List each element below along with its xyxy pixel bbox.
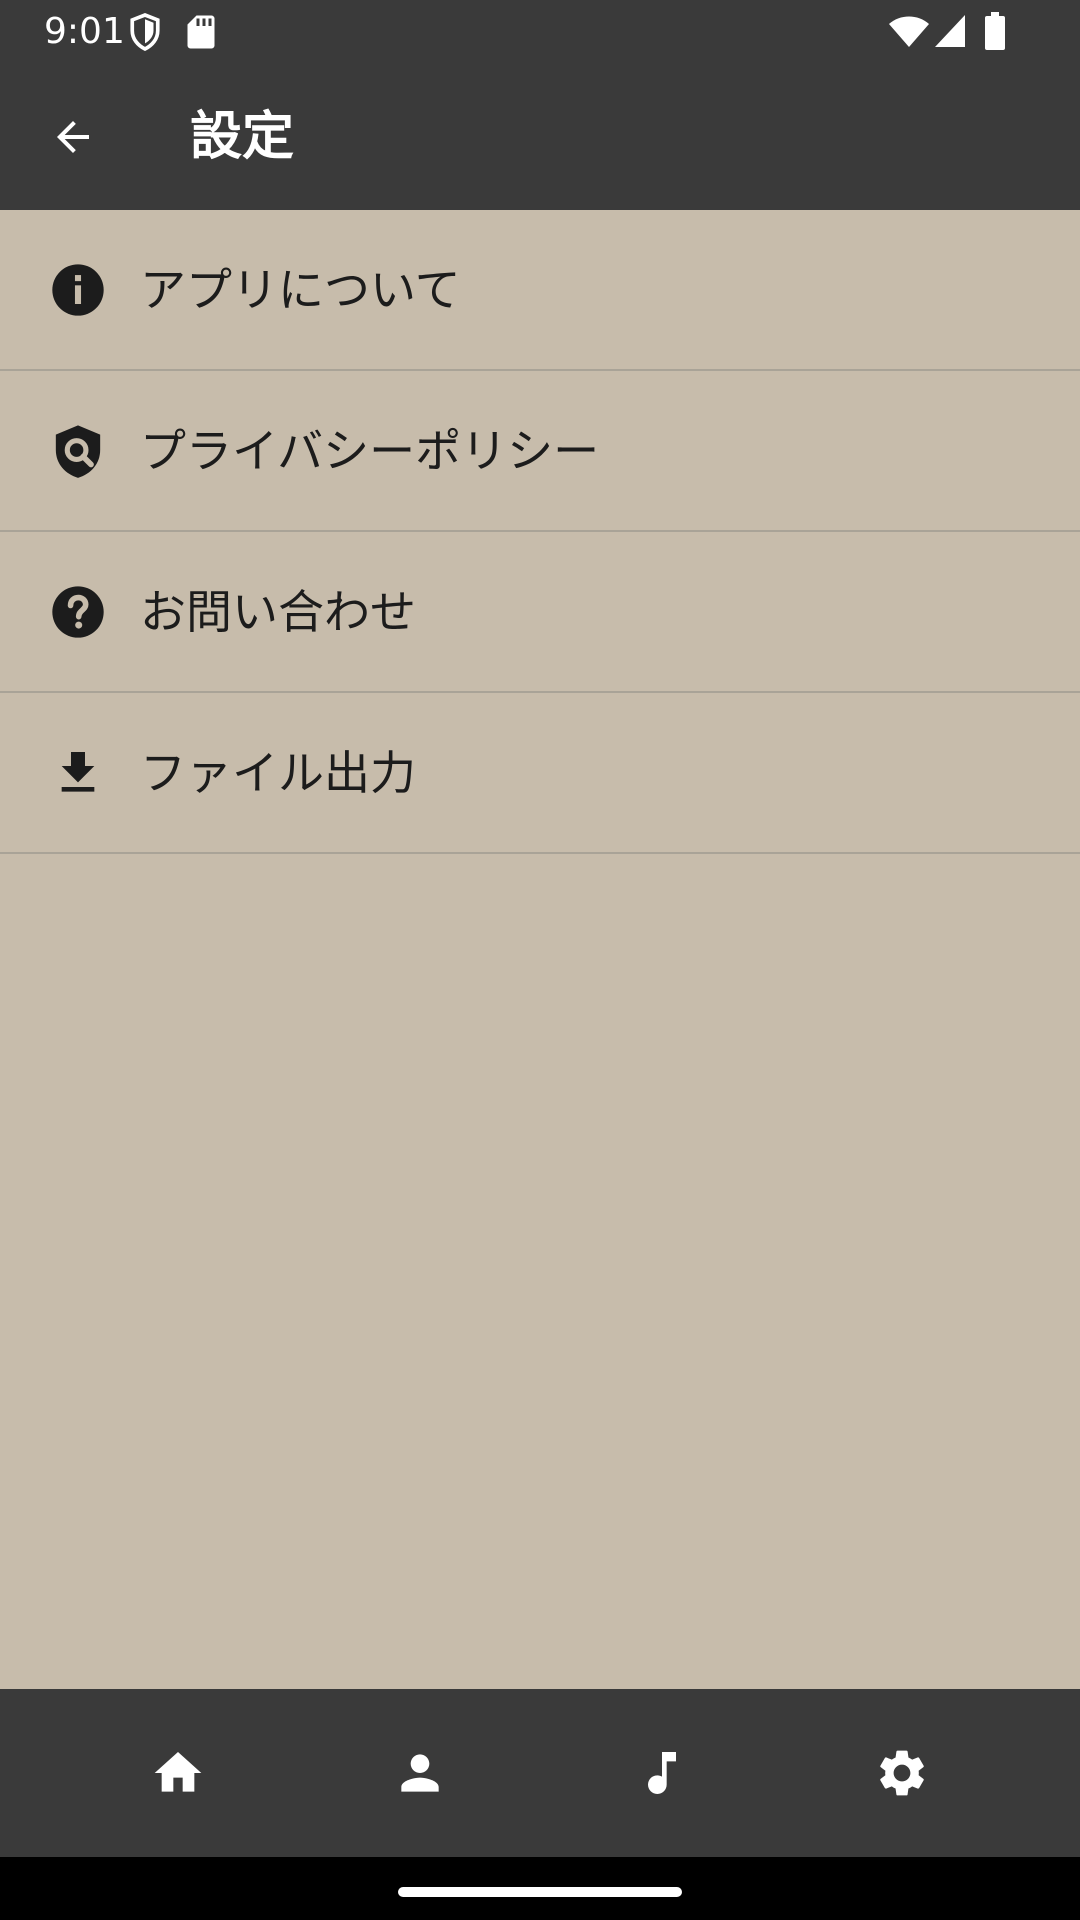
settings-item-privacy-policy[interactable]: プライバシーポリシー [0, 371, 1080, 532]
app-bar: 設定 [0, 64, 1080, 210]
settings-item-file-export[interactable]: ファイル出力 [0, 693, 1080, 854]
home-gesture-handle[interactable] [398, 1887, 682, 1897]
arrow-back-icon [57, 121, 89, 153]
music-note-icon [648, 1752, 676, 1794]
back-button[interactable] [30, 102, 116, 172]
battery-icon [985, 12, 1005, 50]
privacy-shield-icon [55, 425, 101, 478]
home-icon [154, 1752, 202, 1792]
system-nav-bar [0, 1857, 1080, 1920]
nav-settings-button[interactable] [822, 1689, 982, 1857]
status-time: 9:01 [44, 11, 125, 52]
info-icon [52, 264, 104, 316]
nav-home-button[interactable] [98, 1689, 258, 1857]
nav-profile-button[interactable] [340, 1689, 500, 1857]
vpn-shield-icon [130, 13, 160, 52]
nav-music-button[interactable] [582, 1689, 742, 1857]
bottom-nav [0, 1689, 1080, 1857]
person-icon [401, 1754, 439, 1792]
sd-card-icon [187, 15, 215, 49]
cell-signal-icon [935, 15, 965, 47]
status-bar: 9:01 [0, 0, 1080, 64]
download-icon [61, 752, 95, 792]
settings-list: アプリについて プライバシーポリシー お問い合わせ ファイル出力 [0, 210, 1080, 854]
settings-item-label: ファイル出力 [140, 746, 416, 800]
settings-item-about[interactable]: アプリについて [0, 210, 1080, 371]
settings-item-contact[interactable]: お問い合わせ [0, 532, 1080, 693]
settings-item-label: プライバシーポリシー [140, 424, 600, 478]
help-icon [52, 586, 104, 638]
settings-item-label: アプリについて [140, 263, 461, 317]
page-title: 設定 [190, 107, 295, 167]
gear-icon [880, 1750, 924, 1796]
wifi-icon [889, 16, 929, 47]
settings-item-label: お問い合わせ [140, 585, 416, 639]
